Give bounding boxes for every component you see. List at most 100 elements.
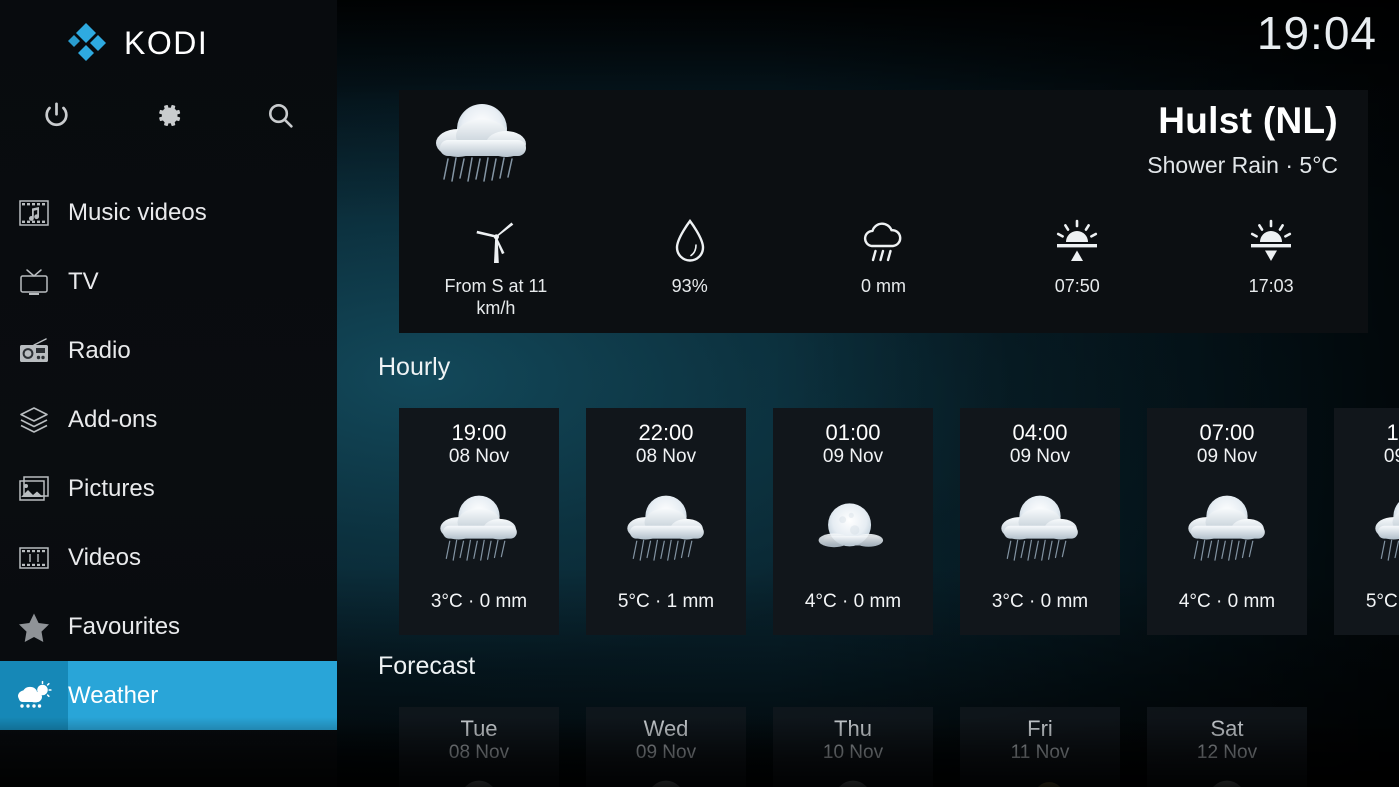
stat-value: 07:50 xyxy=(1054,276,1100,296)
humidity-droplet-icon xyxy=(671,215,709,267)
sidebar-item-label: Favourites xyxy=(68,612,181,640)
hourly-values: 4°C · 0 mm xyxy=(804,591,902,612)
hourly-section-title: Hourly xyxy=(378,353,451,381)
sidebar-item-tv[interactable]: TV xyxy=(0,247,337,316)
search-button[interactable] xyxy=(224,92,336,138)
shower-rain-icon xyxy=(399,468,559,591)
night-cloudy-icon xyxy=(773,468,933,591)
hourly-card[interactable]: 10:0009 Nov 5°C · 0 mm xyxy=(1334,408,1399,635)
hourly-date: 08 Nov xyxy=(448,446,510,468)
forecast-day: Tue xyxy=(460,716,498,741)
wind-turbine-icon xyxy=(473,215,519,267)
forecast-section-title: Forecast xyxy=(378,652,476,680)
forecast-card[interactable]: Thu 10 Nov xyxy=(773,707,933,787)
forecast-date: 08 Nov xyxy=(448,742,510,764)
brand-header: KODI xyxy=(0,14,337,72)
current-weather-panel: Hulst (NL) Shower Rain · 5°C From S at 1… xyxy=(399,90,1368,333)
shower-rain-icon xyxy=(620,773,712,787)
shower-rain-icon xyxy=(960,468,1120,591)
stat-value: 93% xyxy=(671,276,708,296)
shower-rain-icon xyxy=(1334,468,1399,591)
gear-icon xyxy=(153,100,184,131)
sidebar-item-favourites[interactable]: Favourites xyxy=(0,592,337,661)
hourly-date: 09 Nov xyxy=(1009,446,1071,468)
settings-button[interactable] xyxy=(112,92,224,138)
power-button[interactable] xyxy=(0,92,112,138)
forecast-day: Thu xyxy=(834,716,872,741)
sidebar-item-weather[interactable]: Weather xyxy=(0,661,337,730)
stat-value: From S at 11 km/h xyxy=(444,276,548,318)
daily-forecast-list[interactable]: Tue 08 Nov Wed 09 Nov Thu 10 Nov Fri 11 Nov Sat 1… xyxy=(399,707,1307,787)
sidebar-toolbar xyxy=(0,92,337,138)
hourly-values: 3°C · 0 mm xyxy=(991,591,1089,612)
pictures-icon xyxy=(0,474,68,504)
hourly-card[interactable]: 04:00 09 Nov 3°C · 0 mm xyxy=(960,408,1120,635)
hourly-date: 08 Nov xyxy=(635,446,697,468)
forecast-date: 11 Nov xyxy=(1010,742,1070,764)
forecast-date: 09 Nov xyxy=(635,742,697,764)
forecast-day: Sat xyxy=(1210,716,1244,741)
hourly-time: 22:00 xyxy=(638,420,694,445)
current-weather-icon xyxy=(422,95,542,195)
sidebar: KODI Music videos TV Radio Add-ons Pictu… xyxy=(0,0,337,787)
sunset-icon xyxy=(1247,215,1295,267)
clock: 19:04 xyxy=(1256,7,1377,59)
condition-summary: Shower Rain · 5°C xyxy=(1147,152,1338,178)
forecast-card[interactable]: Wed 09 Nov xyxy=(586,707,746,787)
sunrise-icon xyxy=(1053,215,1101,267)
search-icon xyxy=(265,100,296,131)
hourly-time: 01:00 xyxy=(825,420,881,445)
sunset-stat: 17:03 xyxy=(1174,215,1368,320)
kodi-logo-icon xyxy=(64,21,108,65)
stat-value: 17:03 xyxy=(1248,276,1294,296)
hourly-date: 09 Nov xyxy=(1196,446,1258,468)
power-icon xyxy=(41,100,72,131)
weather-cloud-sun-rain-icon xyxy=(0,680,68,712)
shower-rain-icon xyxy=(1181,773,1273,787)
addons-box-icon xyxy=(0,405,68,435)
forecast-day: Fri xyxy=(1027,716,1053,741)
hourly-time: 04:00 xyxy=(1012,420,1068,445)
precipitation-cloud-icon xyxy=(857,215,909,267)
sidebar-item-label: Music videos xyxy=(68,198,207,226)
sidebar-item-pictures[interactable]: Pictures xyxy=(0,454,337,523)
radio-icon xyxy=(0,336,68,366)
brand-name: KODI xyxy=(124,24,209,61)
weather-stats-row: From S at 11 km/h 93% 0 mm 07:50 17:03 xyxy=(399,215,1368,320)
hourly-card[interactable]: 07:00 09 Nov 4°C · 0 mm xyxy=(1147,408,1307,635)
forecast-card[interactable]: Tue 08 Nov xyxy=(399,707,559,787)
sidebar-item-label: Weather xyxy=(68,681,159,709)
location-title: Hulst (NL) xyxy=(1158,100,1338,141)
hourly-time: 07:00 xyxy=(1199,420,1255,445)
humidity-stat: 93% xyxy=(593,215,787,320)
shower-rain-icon xyxy=(807,773,899,787)
sidebar-item-add-ons[interactable]: Add-ons xyxy=(0,385,337,454)
hourly-values: 5°C · 0 mm xyxy=(1365,591,1399,612)
main-content: 19:04 Hulst (NL) Shower Rain · 5°C From … xyxy=(337,0,1399,787)
hourly-card[interactable]: 22:00 08 Nov 5°C · 1 mm xyxy=(586,408,746,635)
sidebar-item-label: Videos xyxy=(68,543,141,571)
hourly-time: 10:00 xyxy=(1386,420,1399,445)
forecast-date: 12 Nov xyxy=(1196,742,1258,764)
hourly-date: 09 Nov xyxy=(822,446,884,468)
forecast-card[interactable]: Sat 12 Nov xyxy=(1147,707,1307,787)
hourly-date: 09 Nov xyxy=(1383,446,1399,468)
music-video-icon xyxy=(0,198,68,228)
hourly-card[interactable]: 19:00 08 Nov 3°C · 0 mm xyxy=(399,408,559,635)
sidebar-item-music-videos[interactable]: Music videos xyxy=(0,178,337,247)
shower-rain-icon xyxy=(1147,468,1307,591)
stat-value: 0 mm xyxy=(860,276,906,296)
sidebar-item-videos[interactable]: Videos xyxy=(0,523,337,592)
hourly-time: 19:00 xyxy=(451,420,507,445)
sidebar-item-label: Add-ons xyxy=(68,405,158,433)
sunrise-stat: 07:50 xyxy=(980,215,1174,320)
sidebar-item-label: Pictures xyxy=(68,474,155,502)
hourly-forecast-list[interactable]: 19:00 08 Nov 3°C · 0 mm 22:00 08 Nov 5°C · 1 … xyxy=(399,408,1399,635)
star-icon xyxy=(0,611,68,643)
hourly-card[interactable]: 01:00 09 Nov 4°C · 0 mm xyxy=(773,408,933,635)
precipitation-stat: 0 mm xyxy=(787,215,981,320)
sidebar-item-radio[interactable]: Radio xyxy=(0,316,337,385)
forecast-card[interactable]: Fri 11 Nov xyxy=(960,707,1120,787)
sidebar-item-label: TV xyxy=(68,267,99,295)
sidebar-item-label: Radio xyxy=(68,336,131,364)
